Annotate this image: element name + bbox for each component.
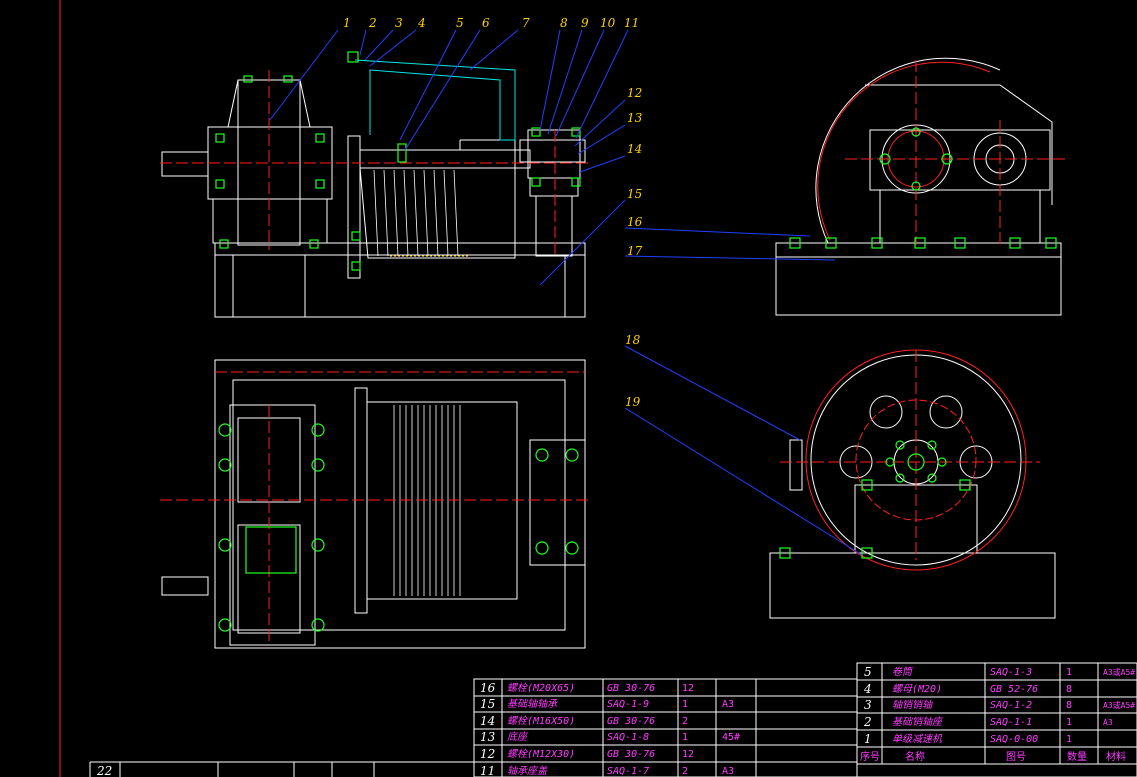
callout-6: 6 [482,16,490,30]
bom-left-row-1-code: SAQ-1-9 [607,699,649,710]
callout-3: 3 [395,16,403,30]
plan-bolts [218,423,579,632]
callout-18: 18 [625,333,641,347]
callout-15: 15 [627,187,642,201]
callout-8: 8 [560,16,568,30]
bom-right-row-2-code: SAQ-1-2 [990,700,1032,711]
leader-lines [269,29,863,556]
end-view-bolts [779,440,971,559]
bom-right-row-0-name: 卷筒 [892,666,914,678]
cad-drawing: 1 2 3 4 5 6 7 8 9 10 11 12 13 14 15 16 1… [59,0,1137,777]
end-view [769,354,1056,619]
bom-header-qty: 数量 [1067,750,1087,763]
bom-right-row-1-code: GB 52-76 [990,684,1038,695]
bom-right-row-0-no: 5 [864,665,872,679]
bom-right-row-4-name: 单级减速机 [892,733,943,745]
bom-right-row-2-no: 3 [864,698,872,712]
bom-left-row-4-code: GB 30-76 [607,749,655,760]
callout-2: 2 [368,16,377,30]
bom-left-row-4-name: 螺栓(M12X30) [507,748,575,760]
bom-bottom-row-no: 22 [96,764,112,777]
bom-right-row-4-code: SAQ-0-00 [990,734,1038,745]
bom-right-row-3-name: 基础销轴座 [892,716,944,728]
plan-centerlines [160,371,590,645]
bom-right-row-0-qty: 1 [1066,667,1072,678]
callout-4: 4 [417,16,426,30]
callout-9: 9 [581,16,589,30]
bom-right-row-3-qty: 1 [1066,717,1072,728]
bom-left-row-2-no: 14 [480,714,495,728]
bom-right-row-0-code: SAQ-1-3 [990,667,1032,678]
bom-left-row-3-mat: 45# [722,732,740,743]
bom-right-row-4-qty: 1 [1066,734,1072,745]
callout-5: 5 [456,16,464,30]
front-centerlines [160,70,590,258]
plan-view [161,359,586,649]
callout-11: 11 [624,16,639,30]
bom-right-row-3-mat: A3 [1103,718,1113,727]
bom-header-code: 图号 [1006,751,1026,763]
bom-left-row-3-qty: 1 [682,732,688,743]
callout-19: 19 [625,395,641,409]
bom-left-row-4-qty: 12 [682,749,694,760]
end-view-red [780,349,1040,571]
callout-12: 12 [627,86,642,100]
bom-left-row-3-no: 13 [480,730,496,744]
bom-left-row-1-no: 15 [480,697,495,711]
bom-left-row-0-code: GB 30-76 [607,683,655,694]
bom-header-name: 名称 [905,750,925,763]
bom-left-row-0-no: 16 [480,681,496,695]
bom-header-mat: 材料 [1106,750,1126,763]
bom-left-row-5-name: 轴承座盖 [507,765,548,777]
bom-left-row-2-name: 螺栓(M16X50) [507,715,575,727]
bom-left-row-0-qty: 12 [682,683,694,694]
bom-left-row-1-mat: A3 [722,699,734,710]
callout-13: 13 [627,111,643,125]
callout-17: 17 [627,244,643,258]
bom-left-row-5-mat: A3 [722,766,734,777]
callout-7: 7 [522,16,530,30]
bom-right-row-1-no: 4 [863,682,872,696]
callout-10: 10 [600,16,616,30]
bom-left-row-2-qty: 2 [682,716,688,727]
bom-left-row-1-name: 基础轴轴承 [507,698,558,710]
callout-14: 14 [627,142,642,156]
bom-right-row-3-code: SAQ-1-1 [990,717,1032,728]
bom-left-row-4-no: 12 [480,747,495,761]
bom-left-row-1-qty: 1 [682,699,688,710]
bom-left-row-5-no: 11 [480,764,495,777]
callout-1: 1 [343,16,351,30]
callouts: 1 2 3 4 5 6 7 8 9 10 11 12 13 14 15 16 1… [343,16,643,409]
bom-right-row-2-mat: A3或A5# [1103,700,1135,710]
bom-right-row-1-qty: 8 [1066,684,1072,695]
front-bolts [215,51,581,271]
bom-left-row-2-code: GB 30-76 [607,716,655,727]
bom-right-row-4-no: 1 [864,732,872,746]
side-view-red [817,60,1065,245]
bom-table-right: 5 卷筒 SAQ-1-3 1 A3或A5# 4 螺母(M20) GB 52-76… [856,662,1137,777]
bom-left-row-0-name: 螺栓(M20X65) [507,682,575,694]
bom-left-row-5-qty: 2 [682,766,688,777]
bom-left-row-3-code: SAQ-1-8 [607,732,649,743]
bom-left-row-5-code: SAQ-1-7 [607,766,649,777]
front-elevation-view [161,59,586,318]
callout-16: 16 [627,215,643,229]
bom-right-row-1-name: 螺母(M20) [892,683,942,695]
bom-right-row-3-no: 2 [863,715,872,729]
bom-right-row-2-name: 轴销销轴 [892,699,933,711]
side-view-bolts [789,127,1057,249]
bom-left-row-3-name: 底座 [507,731,529,743]
bom-right-row-0-mat: A3或A5# [1103,667,1135,677]
bom-right-row-2-qty: 8 [1066,700,1072,711]
bom-table-left: 16 螺栓(M20X65) GB 30-76 12 15 基础轴轴承 SAQ-1… [89,678,858,777]
bom-header-no: 序号 [860,750,880,763]
